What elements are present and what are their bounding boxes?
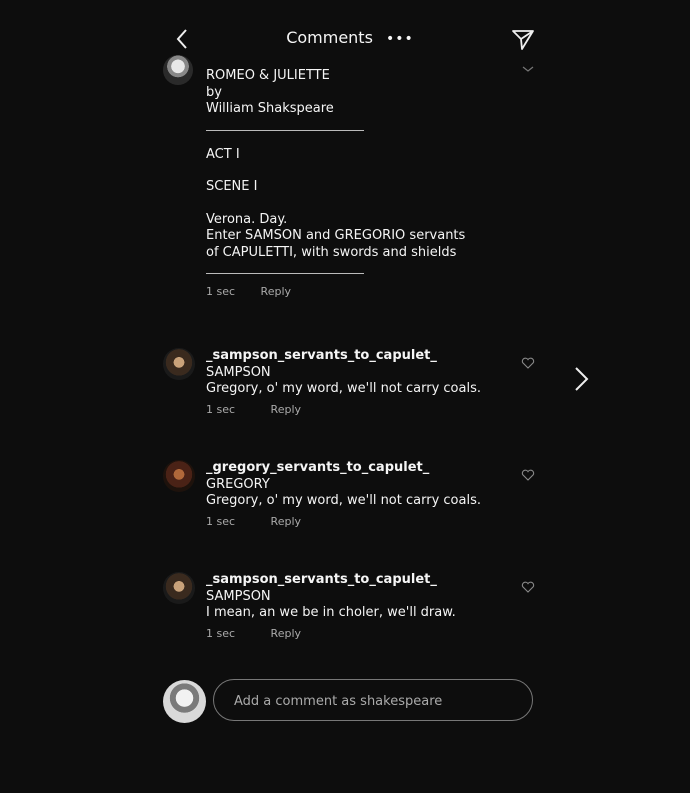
avatar[interactable] (163, 572, 195, 604)
comment-timestamp: 1 sec (206, 402, 236, 416)
post-timestamp: 1 sec (206, 285, 236, 298)
comment-meta: 1 sec Reply (206, 402, 506, 419)
chevron-right-icon[interactable] (570, 365, 592, 393)
paper-plane-icon[interactable] (510, 26, 536, 52)
divider (206, 273, 364, 274)
comment-timestamp: 1 sec (206, 514, 236, 528)
more-options-button[interactable]: ••• (386, 31, 414, 47)
comment-text: I mean, an we be in choler, we'll draw. (206, 605, 456, 620)
comment-body: _gregory_servants_to_capulet_ GREGORY Gr… (206, 460, 506, 530)
post-act-line: ACT I (206, 146, 240, 162)
post-author-avatar[interactable] (163, 55, 193, 85)
collapse-chevron-icon[interactable] (521, 64, 535, 74)
post-reply-button[interactable]: Reply (261, 285, 291, 298)
comment-username[interactable]: _sampson_servants_to_capulet_ (206, 348, 506, 365)
heart-icon[interactable] (521, 357, 535, 369)
comment-text: Gregory, o' my word, we'll not carry coa… (206, 381, 481, 396)
comment-reply-button[interactable]: Reply (271, 403, 301, 416)
comment-speaker: SAMPSON (206, 588, 271, 604)
comment-speaker: SAMPSON (206, 364, 271, 380)
comment-body: _sampson_servants_to_capulet_ SAMPSON Gr… (206, 348, 506, 418)
current-user-avatar[interactable] (163, 680, 206, 723)
post-direction-line-1: Enter SAMSON and GREGORIO servants (206, 228, 466, 243)
avatar[interactable] (163, 460, 195, 492)
heart-icon[interactable] (521, 581, 535, 593)
comments-header: Comments ••• (160, 20, 540, 60)
post-by-line: by (206, 84, 222, 100)
comment-meta: 1 sec Reply (206, 626, 506, 643)
heart-icon[interactable] (521, 469, 535, 481)
comment-text: Gregory, o' my word, we'll not carry coa… (206, 493, 481, 508)
post-author-line: William Shakspeare (206, 101, 334, 116)
comment-speaker: GREGORY (206, 476, 270, 492)
post-direction-line-2: of CAPULETTI, with swords and shields (206, 244, 457, 260)
comment-username[interactable]: _sampson_servants_to_capulet_ (206, 572, 506, 589)
post-setting-line: Verona. Day. (206, 211, 288, 227)
comment-username[interactable]: _gregory_servants_to_capulet_ (206, 460, 506, 477)
comment-composer (213, 679, 533, 721)
divider (206, 129, 364, 131)
comment-reply-button[interactable]: Reply (271, 515, 301, 528)
page-title: Comments (286, 28, 373, 47)
comment-reply-button[interactable]: Reply (271, 627, 301, 640)
post-body: ROMEO & JULIETTE by William Shakspeare A… (206, 68, 506, 301)
comments-screen: Comments ••• ROMEO & JULIETTE by William… (0, 0, 690, 793)
post-meta: 1 sec Reply (206, 284, 506, 301)
avatar[interactable] (163, 348, 195, 380)
header-title-group: Comments ••• (160, 28, 540, 47)
comment-input[interactable] (232, 689, 516, 713)
post-title-line: ROMEO & JULIETTE (206, 68, 330, 83)
comment-timestamp: 1 sec (206, 626, 236, 640)
comment-body: _sampson_servants_to_capulet_ SAMPSON I … (206, 572, 506, 642)
post-scene-line: SCENE I (206, 179, 258, 194)
comment-meta: 1 sec Reply (206, 514, 506, 531)
